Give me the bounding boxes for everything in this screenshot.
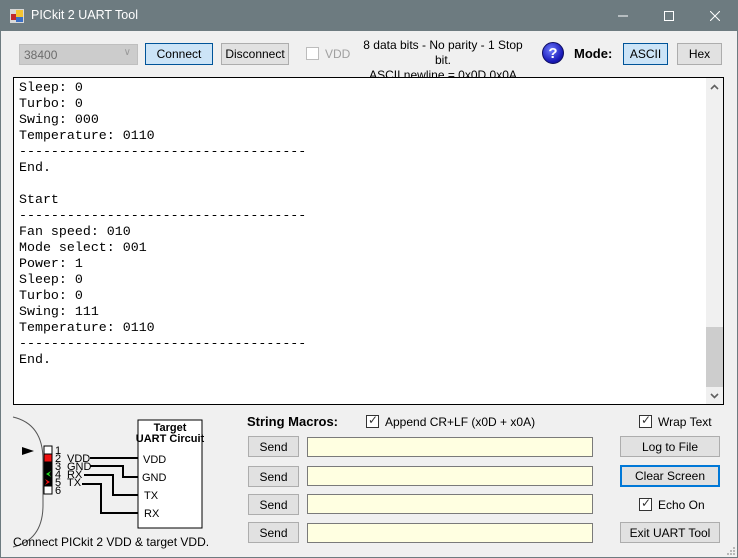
pin-6 [43,485,53,495]
terminal-line: Sleep: 0 [19,272,83,287]
close-button[interactable] [692,0,738,31]
terminal-line: End. [19,352,51,367]
pin1-arrow-icon [22,447,34,455]
chevron-down-icon [710,392,719,399]
chevron-down-icon: ∨ [123,47,131,58]
macro-input-2[interactable] [307,466,593,486]
connect-note: Connect PICkit 2 VDD & target VDD. [13,535,210,549]
check-icon: ✓ [641,413,652,427]
macro-input-3[interactable] [307,494,593,514]
ascii-mode-button[interactable]: ASCII [623,43,668,65]
check-icon: ✓ [368,413,379,427]
exit-uart-tool-button[interactable]: Exit UART Tool [620,522,720,543]
wrap-text-checkbox[interactable]: ✓ [639,413,652,428]
terminal-line: Turbo: 0 [19,288,83,303]
pickit-connector-outline [12,416,44,548]
pin-number-6: 6 [55,485,61,497]
serial-info-line1: 8 data bits - No parity - 1 Stop bit. [363,38,523,67]
target-pin-vdd: VDD [143,454,166,466]
maximize-icon [664,10,674,21]
minimize-button[interactable] [600,0,646,31]
terminal-line: Temperature: 0110 [19,320,155,335]
clear-screen-button[interactable]: Clear Screen [620,465,720,487]
wire-tx [82,483,138,514]
send-button-3[interactable]: Send [248,494,299,515]
wrap-text-label: Wrap Text [658,415,712,429]
terminal-line: Turbo: 0 [19,96,83,111]
terminal-line: Fan speed: 010 [19,224,131,239]
scroll-up-button[interactable] [706,78,723,95]
terminal-line: Sleep: 0 [19,80,83,95]
mode-label: Mode: [574,46,613,61]
terminal-line: End. [19,160,51,175]
send-button-4[interactable]: Send [248,522,299,543]
terminal-output[interactable]: Sleep: 0 Turbo: 0 Swing: 000 Temperature: 0… [13,77,724,405]
append-crlf-checkbox[interactable]: ✓ [366,413,379,428]
terminal-line: Swing: 000 [19,112,99,127]
app-window: PICkit 2 UART Tool 38400 ∨ Connect Disco… [0,0,738,558]
app-icon [10,9,24,23]
check-icon: ✓ [641,496,652,510]
pin-3 [43,461,53,471]
help-icon[interactable]: ? [542,42,564,64]
log-to-file-button[interactable]: Log to File [620,436,720,457]
macro-input-4[interactable] [307,523,593,543]
title-bar[interactable]: PICkit 2 UART Tool [0,0,738,31]
window-title: PICkit 2 UART Tool [31,8,138,22]
pin-2 [43,453,53,463]
minimize-icon [618,15,628,16]
terminal-line: ------------------------------------ [19,144,307,159]
append-crlf-label: Append CR+LF (x0D + x0A) [385,415,536,429]
vdd-label: VDD [325,47,351,61]
target-title-line2: UART Circuit [136,433,205,445]
baud-rate-select[interactable]: 38400 ∨ [19,44,138,65]
pin-1 [43,445,53,455]
connect-button[interactable]: Connect [145,43,213,65]
scroll-thumb[interactable] [706,327,723,387]
send-button-1[interactable]: Send [248,436,299,457]
maximize-button[interactable] [646,0,692,31]
close-icon [710,10,720,21]
resize-grip-icon[interactable] [727,547,735,555]
target-pin-rx: RX [144,508,160,520]
echo-on-label: Echo On [658,498,705,512]
terminal-line: Swing: 111 [19,304,99,319]
target-pin-gnd: GND [142,472,167,484]
terminal-line: Mode select: 001 [19,240,147,255]
terminal-line: ------------------------------------ [19,336,307,351]
terminal-line: ------------------------------------ [19,208,307,223]
disconnect-button[interactable]: Disconnect [221,43,289,65]
pin-label-tx: TX [67,477,82,489]
echo-on-checkbox[interactable]: ✓ [639,496,652,511]
vdd-checkbox[interactable] [306,47,319,60]
chevron-up-icon [710,83,719,90]
scroll-down-button[interactable] [706,387,723,404]
terminal-text: Sleep: 0 Turbo: 0 Swing: 000 Temperature: 0… [19,80,306,368]
terminal-line: Temperature: 0110 [19,128,155,143]
terminal-scrollbar[interactable] [706,78,723,404]
send-button-2[interactable]: Send [248,466,299,487]
target-pin-tx: TX [144,490,159,502]
hex-mode-button[interactable]: Hex [677,43,722,65]
string-macros-label: String Macros: [247,414,339,429]
terminal-line: Start [19,192,59,207]
terminal-line: Power: 1 [19,256,83,271]
baud-rate-value: 38400 [24,48,58,62]
macro-input-1[interactable] [307,437,593,457]
